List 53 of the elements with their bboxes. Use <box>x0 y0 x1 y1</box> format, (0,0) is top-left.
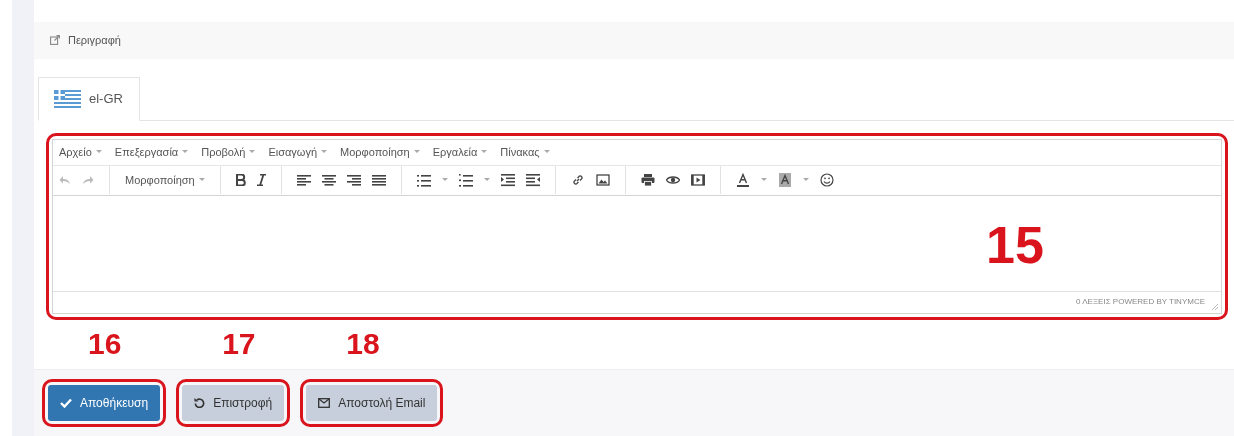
resize-handle-icon[interactable] <box>1212 303 1218 310</box>
caret-icon <box>249 150 256 155</box>
bullet-list-icon[interactable] <box>416 173 431 188</box>
caret-icon <box>483 178 490 183</box>
action-button[interactable]: Αποστολή Email <box>306 384 438 421</box>
format-dropdown[interactable]: Μορφοποίηση <box>125 171 205 189</box>
caret-icon <box>543 150 550 155</box>
menu-item[interactable]: Εισαγωγή <box>268 143 328 161</box>
annotation-number: 18 <box>346 328 380 359</box>
external-link-icon <box>50 35 60 46</box>
menu-item[interactable]: Εργαλεία <box>432 143 488 161</box>
video-icon[interactable] <box>690 173 705 188</box>
action-button[interactable]: Επιστροφή <box>182 384 285 421</box>
caret-icon <box>481 150 488 155</box>
panel-title: Περιγραφή <box>68 33 121 49</box>
outdent-icon[interactable] <box>500 173 515 188</box>
envelope-icon <box>318 397 331 408</box>
print-icon[interactable] <box>640 173 655 188</box>
caret-icon <box>760 178 767 183</box>
language-tab[interactable]: el-GR <box>38 76 140 121</box>
caret-icon <box>182 150 189 155</box>
justify-icon[interactable] <box>371 173 386 188</box>
caret-icon <box>95 150 102 155</box>
numbered-list-icon[interactable] <box>458 173 473 188</box>
align-center-icon[interactable] <box>321 173 336 188</box>
text-color-icon[interactable] <box>735 173 750 188</box>
check-icon <box>60 397 72 408</box>
align-right-icon[interactable] <box>346 173 361 188</box>
menu-item[interactable]: Αρχείο <box>59 143 102 161</box>
menu-item[interactable]: Επεξεργασία <box>114 143 189 161</box>
image-icon[interactable] <box>595 173 610 188</box>
caret-icon <box>441 178 448 183</box>
annotation-number: 17 <box>222 328 256 359</box>
indent-icon[interactable] <box>525 173 540 188</box>
caret-icon <box>198 178 205 183</box>
align-left-icon[interactable] <box>296 173 311 188</box>
action-button[interactable]: Αποθήκευση <box>48 384 161 421</box>
bold-icon[interactable] <box>235 174 246 187</box>
annotation-number: 16 <box>88 328 122 359</box>
menu-item[interactable]: Πίνακας <box>500 143 550 161</box>
menu-item[interactable]: Μορφοποίηση <box>340 143 420 161</box>
caret-icon <box>321 150 328 155</box>
italic-icon[interactable] <box>256 174 266 187</box>
background-color-icon[interactable] <box>777 173 792 188</box>
refresh-icon <box>194 397 206 409</box>
annotation-number: 15 <box>986 218 1044 271</box>
flag-icon <box>54 89 81 108</box>
emoji-icon[interactable] <box>819 173 834 188</box>
link-icon[interactable] <box>570 173 585 188</box>
caret-icon <box>413 150 420 155</box>
menu-item[interactable]: Προβολή <box>201 143 256 161</box>
status-bar-text: 0 ΛΕΞΕΙΣ POWERED BY TINYMCE <box>1076 296 1205 309</box>
caret-icon <box>802 178 809 183</box>
